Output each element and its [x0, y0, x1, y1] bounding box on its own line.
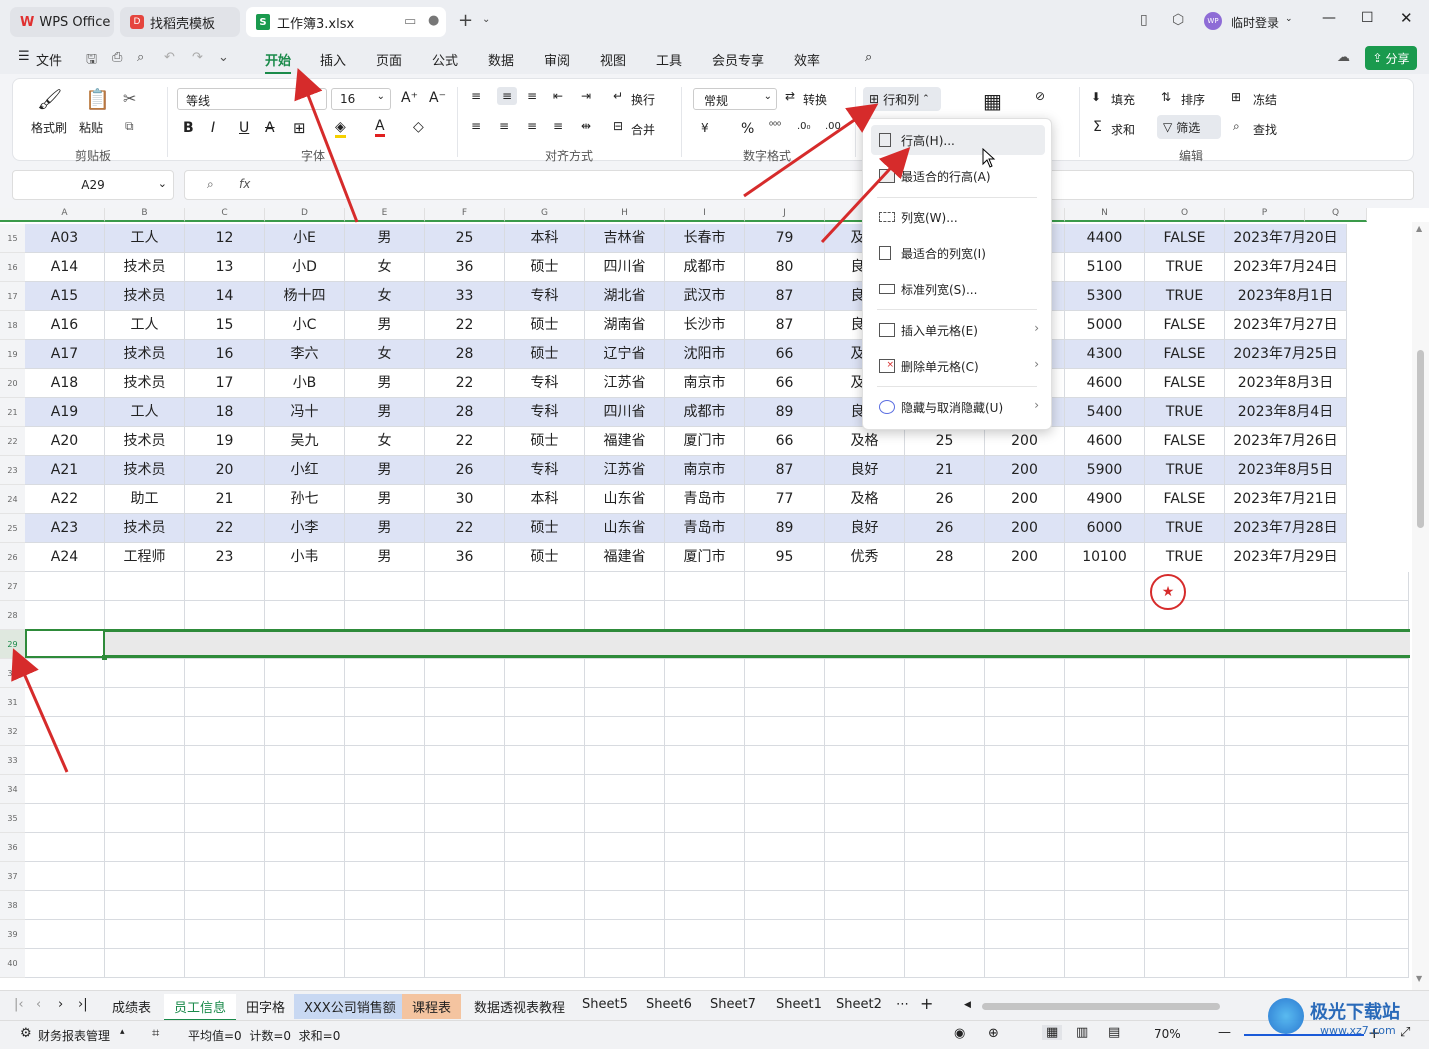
- sheet-tab[interactable]: 成绩表: [102, 994, 161, 1019]
- hscroll-left-icon[interactable]: ◀: [964, 1000, 971, 1010]
- sheet-tab[interactable]: 课程表: [402, 994, 462, 1019]
- annotation-arrows: [11, 68, 911, 773]
- watermark-url: www.xz7.com: [1320, 1024, 1396, 1037]
- prev-sheet-icon[interactable]: ‹: [36, 997, 41, 1012]
- arrow-to-start-tab: [294, 68, 359, 223]
- arrow-to-row-height: [820, 147, 911, 244]
- sheet-tab[interactable]: Sheet2: [826, 994, 892, 1015]
- normal-view-icon[interactable]: ▦: [1042, 1025, 1063, 1040]
- page-layout-icon[interactable]: ▥: [1076, 1025, 1088, 1040]
- zoom-level[interactable]: 70%: [1154, 1027, 1181, 1041]
- site-watermark: 极光下载站 www.xz7.com: [1268, 996, 1424, 1042]
- zoom-out-icon[interactable]: —: [1218, 1025, 1231, 1040]
- sheet-tab-bar: |‹ ‹ › ›| 成绩表 员工信息 田字格 XXX公司销售额 课程表 数据透视表教程 Sh…: [0, 990, 1429, 1021]
- last-sheet-icon[interactable]: ›|: [78, 997, 88, 1012]
- next-sheet-icon[interactable]: ›: [58, 997, 63, 1012]
- more-sheets-icon[interactable]: ⋯: [896, 997, 909, 1012]
- cell-mode-icon[interactable]: ⌗: [152, 1026, 159, 1041]
- sheet-tab[interactable]: Sheet7: [700, 994, 766, 1015]
- macro-label[interactable]: 财务报表管理: [38, 1027, 110, 1044]
- horizontal-scroll-thumb[interactable]: [982, 1003, 1220, 1010]
- sheet-tab[interactable]: Sheet1: [766, 994, 832, 1015]
- sheet-tab[interactable]: 数据透视表教程: [464, 994, 575, 1019]
- macro-icon[interactable]: ⚙: [20, 1026, 32, 1041]
- sheet-tab[interactable]: 田字格: [236, 994, 295, 1019]
- first-sheet-icon[interactable]: |‹: [14, 997, 24, 1012]
- sheet-tab[interactable]: Sheet5: [572, 994, 638, 1015]
- arrow-to-rows-cols: [743, 103, 879, 198]
- add-sheet-icon[interactable]: +: [920, 994, 933, 1013]
- page-break-icon[interactable]: ▤: [1108, 1025, 1120, 1040]
- arrow-to-row-29: [11, 648, 69, 773]
- sheet-tab[interactable]: 员工信息: [164, 994, 237, 1021]
- sheet-tab[interactable]: XXX公司销售额: [294, 994, 406, 1019]
- position-icon[interactable]: ⊕: [988, 1026, 999, 1041]
- sheet-tab[interactable]: Sheet6: [636, 994, 702, 1015]
- watermark-logo-icon: [1268, 998, 1304, 1034]
- eye-protect-icon[interactable]: ◉: [954, 1026, 965, 1041]
- watermark-text: 极光下载站: [1310, 1002, 1400, 1023]
- selection-stats: 平均值=0 计数=0 求和=0: [188, 1029, 341, 1043]
- chevron-up-icon[interactable]: ▴: [120, 1027, 125, 1037]
- status-bar: ⚙ 财务报表管理 ▴ ⌗ 平均值=0 计数=0 求和=0 ◉ ⊕ ▦ ▥ ▤ 7…: [0, 1020, 1429, 1049]
